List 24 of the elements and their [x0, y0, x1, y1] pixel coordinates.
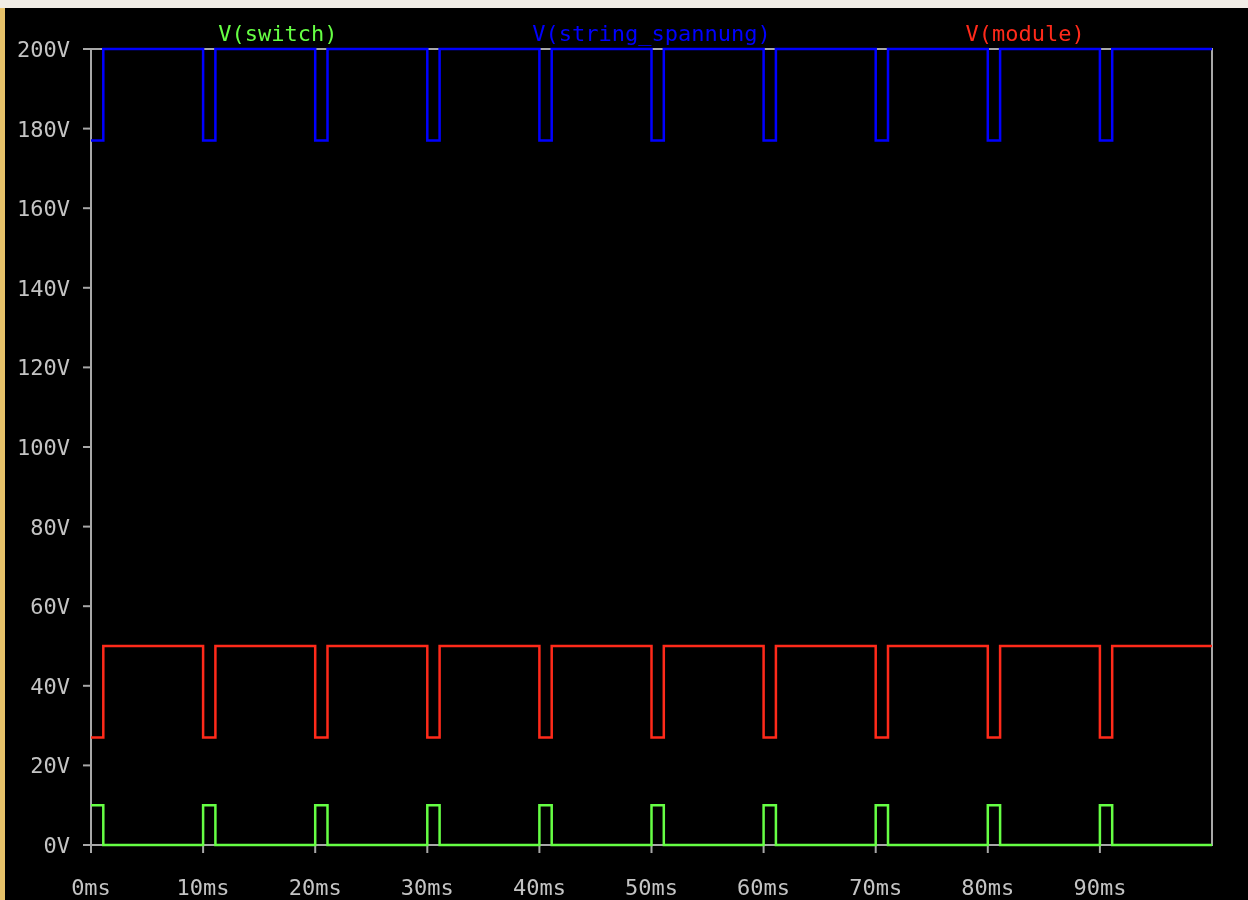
y-tick-label: 180V — [17, 116, 70, 142]
y-tick-label: 40V — [30, 673, 70, 699]
y-tick-label: 20V — [30, 753, 70, 779]
x-tick-label: 0ms — [71, 875, 111, 900]
x-tick-label: 20ms — [288, 875, 342, 900]
trace-legend-label: V(switch) — [218, 21, 338, 46]
x-tick-label: 70ms — [849, 875, 903, 900]
y-tick-label: 60V — [30, 594, 70, 620]
y-tick-label: 0V — [43, 833, 70, 858]
x-tick-label: 40ms — [512, 875, 566, 900]
y-tick-label: 100V — [17, 435, 70, 460]
y-tick-label: 200V — [17, 37, 70, 62]
x-tick-label: 10ms — [176, 875, 230, 900]
y-tick-label: 120V — [17, 355, 70, 381]
y-tick-label: 80V — [30, 514, 70, 540]
x-tick-label: 30ms — [400, 875, 454, 900]
trace-legend-label: V(module) — [965, 21, 1085, 46]
x-tick-label: 60ms — [737, 875, 791, 900]
trace-legend-label: V(string_spannung) — [532, 21, 771, 46]
x-tick-label: 80ms — [961, 875, 1015, 900]
x-tick-label: 50ms — [625, 875, 678, 900]
x-tick-label: 90ms — [1073, 875, 1127, 900]
y-tick-label: 140V — [17, 275, 70, 301]
y-tick-label: 160V — [17, 196, 70, 222]
